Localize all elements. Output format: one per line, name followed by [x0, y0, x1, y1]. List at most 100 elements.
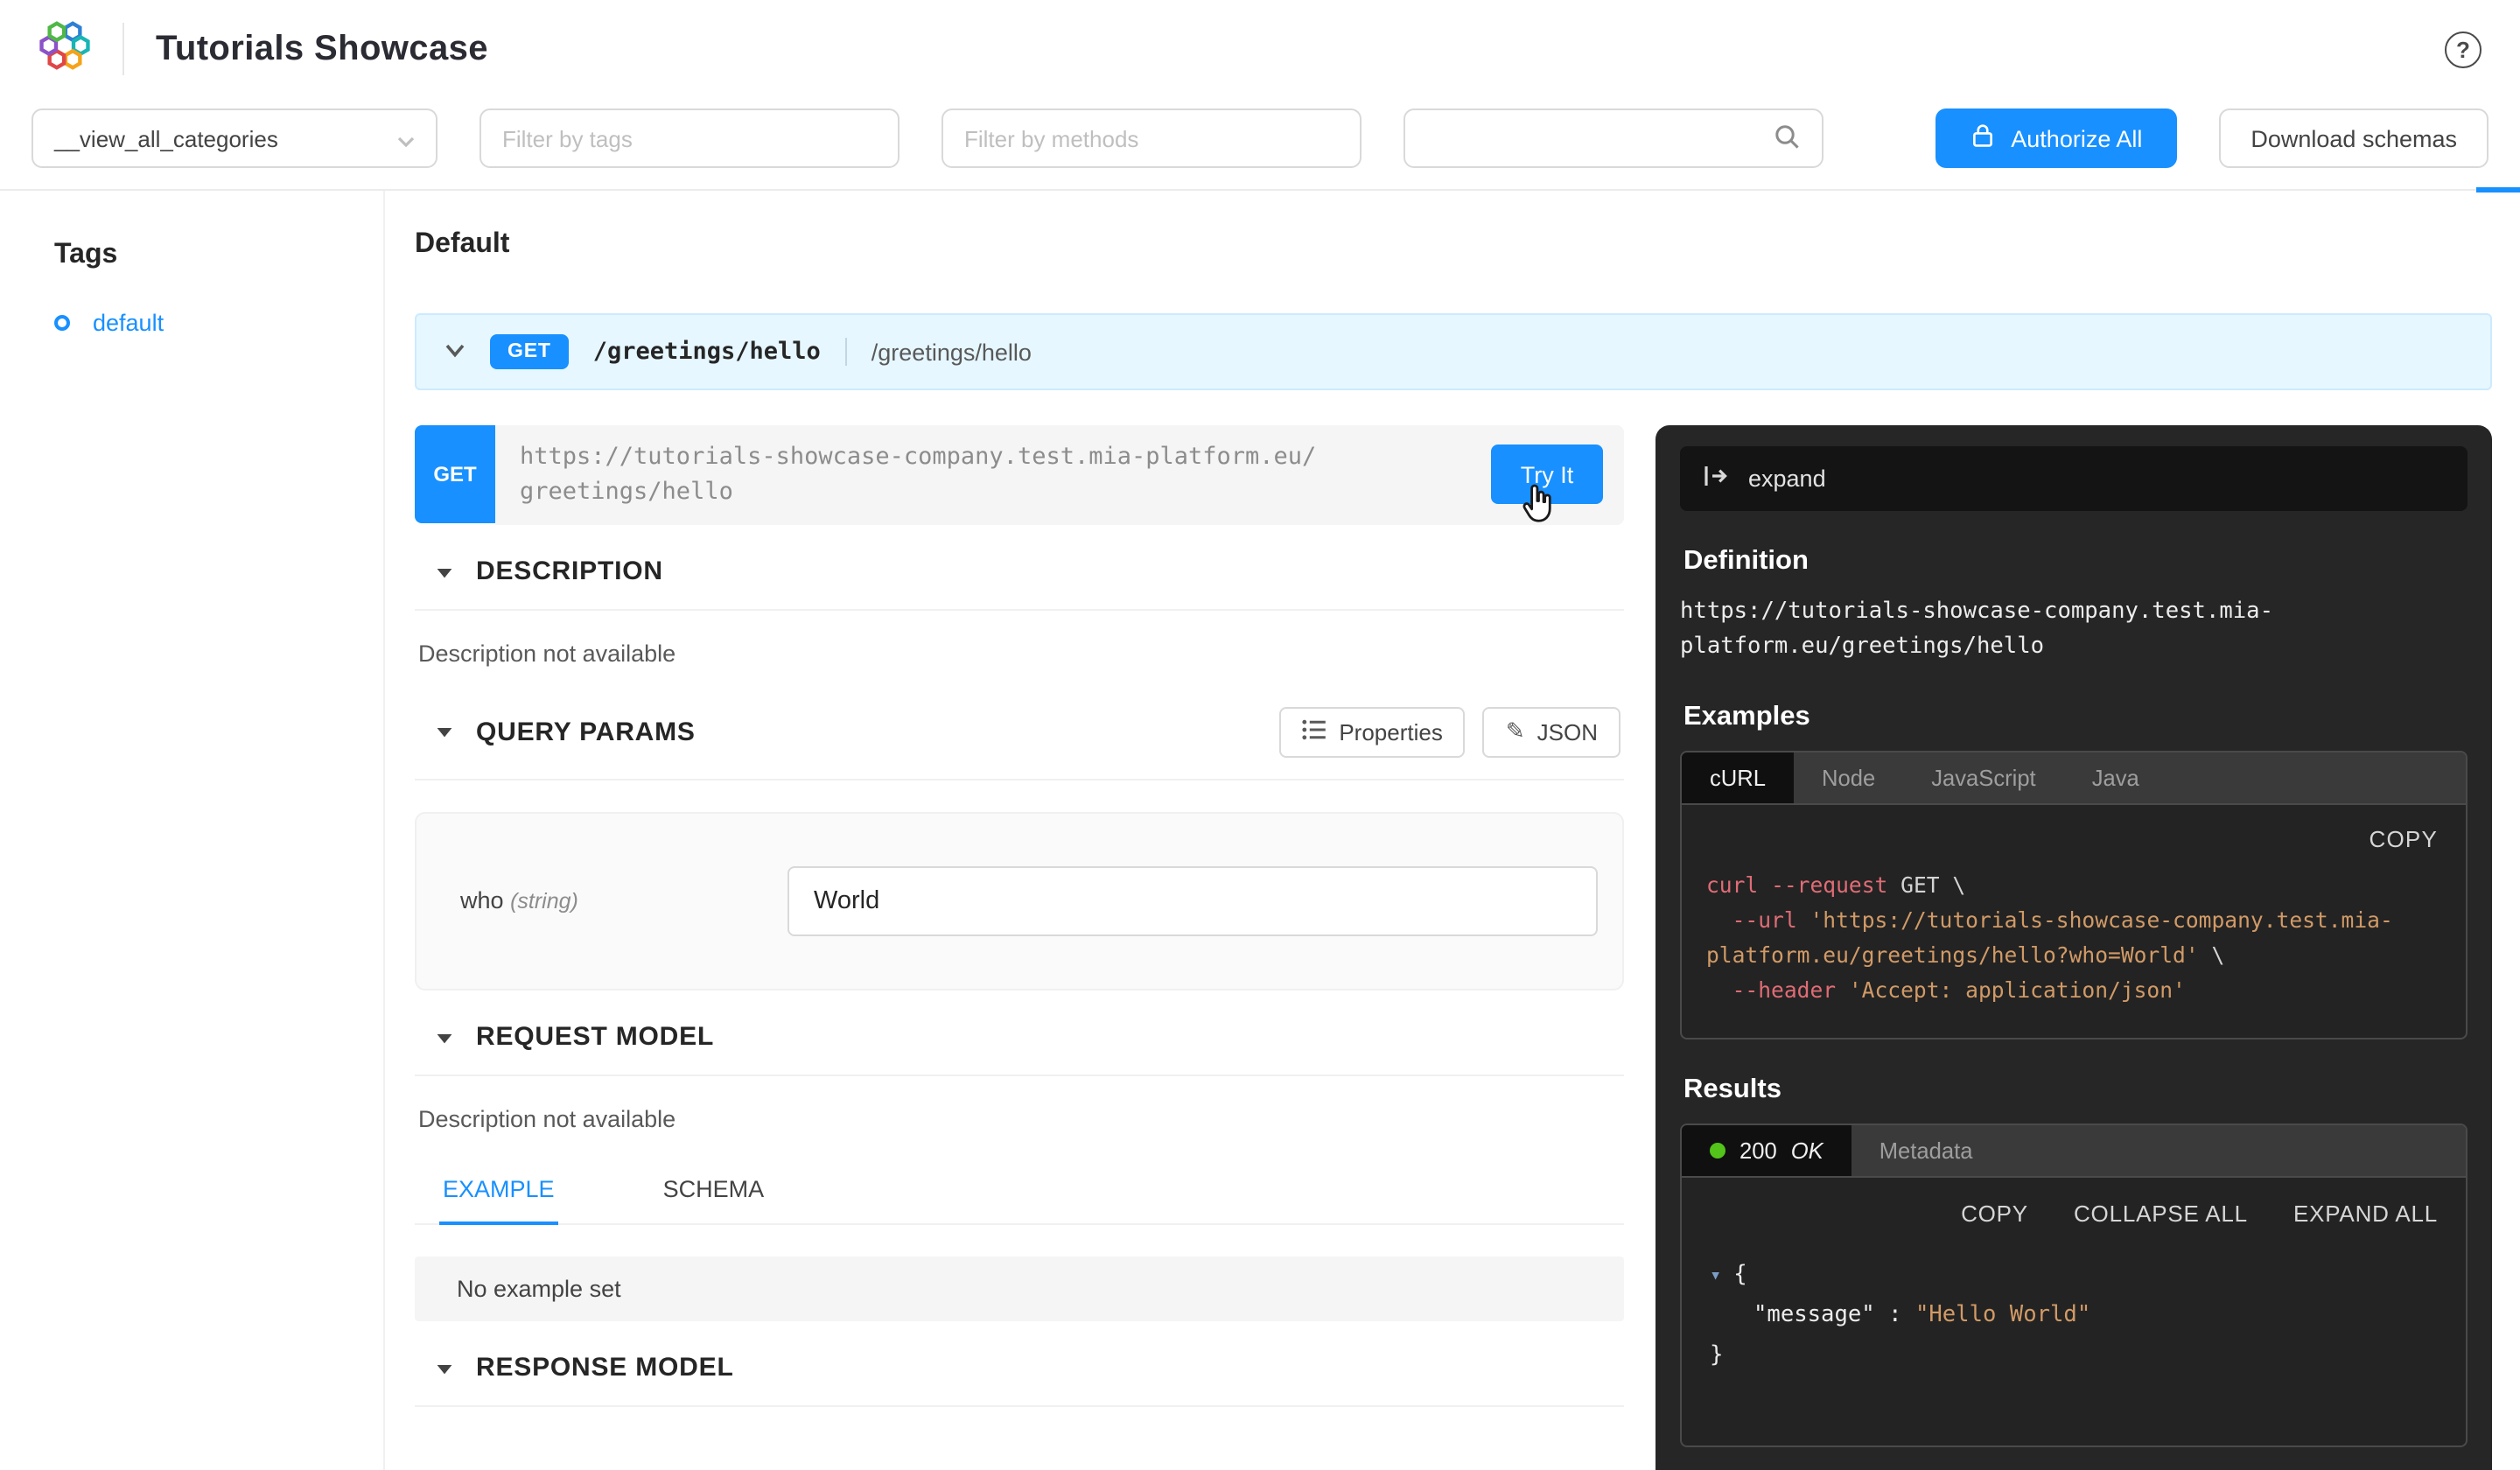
expand-panel-button[interactable]: expand — [1680, 446, 2468, 511]
tab-javascript[interactable]: JavaScript — [1903, 752, 2064, 803]
page-title: Tutorials Showcase — [156, 29, 488, 69]
param-label: who (string) — [460, 887, 788, 914]
request-url-line2: greetings/hello — [520, 475, 1470, 511]
header-divider — [122, 23, 124, 75]
result-json-viewer: ▾{ "message" : "Hello World" } — [1682, 1233, 2466, 1445]
request-url-bar: GET https://tutorials-showcase-company.t… — [415, 425, 1624, 524]
results-tabs: 200 OK Metadata — [1682, 1124, 2466, 1177]
status-code: 200 — [1740, 1137, 1777, 1163]
request-model-body: Description not available — [415, 1075, 1624, 1140]
curl-snippet: curl --request GET \ --url 'https://tuto… — [1706, 870, 2441, 1009]
request-method-badge: GET — [415, 425, 495, 523]
section-caret-icon — [436, 1352, 453, 1383]
tab-example[interactable]: EXAMPLE — [439, 1158, 558, 1224]
json-line-open: ▾{ — [1710, 1254, 2438, 1294]
category-select[interactable]: __view_all_categories — [32, 108, 438, 168]
sidebar-item-label: default — [93, 310, 164, 336]
copy-result-button[interactable]: COPY — [1961, 1200, 2028, 1226]
expand-icon — [1703, 464, 1729, 494]
endpoint-name: /greetings/hello — [872, 339, 1032, 365]
tab-java[interactable]: Java — [2064, 752, 2167, 803]
search-input[interactable] — [1426, 125, 1759, 151]
json-line-message: "message" : "Hello World" — [1710, 1294, 2438, 1334]
tab-node[interactable]: Node — [1794, 752, 1903, 803]
endpoint-separator — [845, 338, 847, 366]
endpoint-body: GET https://tutorials-showcase-company.t… — [415, 390, 2492, 1470]
status-dot-icon — [1710, 1142, 1726, 1158]
param-type: (string) — [510, 889, 578, 914]
copy-code-button[interactable]: COPY — [1706, 812, 2441, 870]
filter-tags-input[interactable] — [502, 125, 877, 151]
group-title: Default — [415, 229, 2492, 261]
collapse-all-button[interactable]: COLLAPSE ALL — [2074, 1200, 2248, 1226]
sidebar-title: Tags — [54, 240, 383, 271]
download-schemas-button[interactable]: Download schemas — [2219, 108, 2488, 168]
tab-status-200[interactable]: 200 OK — [1682, 1124, 1852, 1175]
app-header: Tutorials Showcase ? — [0, 0, 2520, 98]
examples-language-tabs: cURL Node JavaScript Java — [1682, 752, 2466, 805]
tab-schema[interactable]: SCHEMA — [660, 1158, 768, 1222]
filter-tags-field — [480, 108, 900, 168]
expand-all-button[interactable]: EXPAND ALL — [2293, 1200, 2438, 1226]
properties-button[interactable]: Properties — [1279, 706, 1466, 757]
content: Tags default Default GET /greetings/hell… — [0, 191, 2520, 1470]
request-url-line1: https://tutorials-showcase-company.test.… — [520, 439, 1470, 475]
category-select-value: __view_all_categories — [54, 125, 278, 151]
section-caret-icon — [436, 556, 453, 587]
filters-toolbar: __view_all_categories Authorize All Down… — [0, 98, 2520, 191]
section-caret-icon — [436, 1021, 453, 1053]
method-badge: GET — [490, 334, 569, 369]
examples-code-card: cURL Node JavaScript Java COPY curl --re… — [1680, 751, 2468, 1039]
description-title: DESCRIPTION — [476, 556, 663, 586]
authorize-all-label: Authorize All — [2011, 125, 2142, 151]
description-body: Description not available — [415, 610, 1624, 675]
authorize-all-button[interactable]: Authorize All — [1936, 108, 2177, 168]
tab-metadata[interactable]: Metadata — [1852, 1124, 2001, 1175]
json-label: JSON — [1537, 718, 1598, 745]
tab-curl[interactable]: cURL — [1682, 752, 1794, 803]
sidebar-item-default[interactable]: default — [54, 310, 383, 336]
endpoint-detail-column: GET https://tutorials-showcase-company.t… — [415, 425, 1624, 1406]
response-model-title: RESPONSE MODEL — [476, 1353, 734, 1382]
collapse-chevron-icon — [444, 336, 466, 368]
download-schemas-label: Download schemas — [2250, 125, 2457, 151]
request-model-title: REQUEST MODEL — [476, 1022, 714, 1052]
definition-url-line2: platform.eu/greetings/hello — [1680, 631, 2468, 667]
param-name: who — [460, 887, 504, 914]
param-who-input[interactable] — [788, 865, 1598, 935]
filter-methods-input[interactable] — [964, 125, 1339, 151]
no-example-banner: No example set — [415, 1256, 1624, 1320]
response-model-section-header[interactable]: RESPONSE MODEL — [415, 1320, 1624, 1406]
code-body: COPY curl --request GET \ --url 'https:/… — [1682, 805, 2466, 1037]
try-it-button[interactable]: Try It — [1491, 444, 1603, 504]
description-section-header[interactable]: DESCRIPTION — [415, 524, 1624, 610]
results-actions: COPY COLLAPSE ALL EXPAND ALL — [1682, 1177, 2466, 1233]
search-icon — [1773, 122, 1801, 155]
code-line: platform.eu/greetings/hello?who=World' \ — [1706, 940, 2441, 975]
toolbar-accent — [2476, 187, 2520, 192]
definition-url: https://tutorials-showcase-company.test.… — [1680, 595, 2468, 667]
code-line: --header 'Accept: application/json' — [1706, 974, 2441, 1009]
json-collapse-caret-icon[interactable]: ▾ — [1710, 1263, 1721, 1285]
query-params-actions: Properties ✎ JSON — [1279, 706, 1620, 757]
help-icon[interactable]: ? — [2445, 31, 2482, 67]
examples-title: Examples — [1684, 702, 2464, 733]
main-content: Default GET /greetings/hello /greetings/… — [385, 191, 2520, 1470]
json-line-close: } — [1710, 1334, 2438, 1375]
definition-title: Definition — [1684, 546, 2464, 578]
tags-sidebar: Tags default — [0, 191, 385, 1470]
json-edit-button[interactable]: ✎ JSON — [1483, 706, 1620, 757]
expand-label: expand — [1748, 466, 1826, 492]
results-card: 200 OK Metadata COPY COLLAPSE ALL EXPAND… — [1680, 1123, 2468, 1446]
definition-url-line1: https://tutorials-showcase-company.test.… — [1680, 595, 2468, 631]
request-url: https://tutorials-showcase-company.test.… — [495, 425, 1624, 524]
endpoint-path: /greetings/hello — [593, 338, 821, 366]
query-param-row: who (string) — [415, 811, 1624, 990]
endpoint-collapse-header[interactable]: GET /greetings/hello /greetings/hello — [415, 313, 2492, 390]
try-it-panel: expand Definition https://tutorials-show… — [1656, 425, 2492, 1470]
properties-label: Properties — [1339, 718, 1443, 745]
request-model-section-header[interactable]: REQUEST MODEL — [415, 990, 1624, 1075]
query-params-section-header[interactable]: QUERY PARAMS Properties ✎ JSON — [415, 675, 1624, 780]
results-title: Results — [1684, 1074, 2464, 1105]
search-field — [1404, 108, 1824, 168]
